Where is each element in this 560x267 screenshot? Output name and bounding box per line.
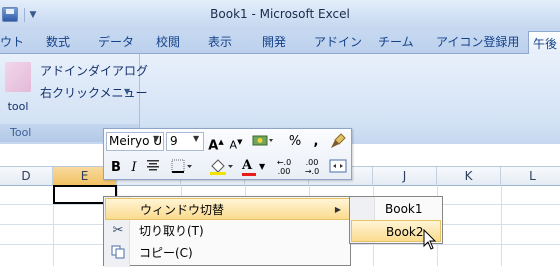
percent-style-button[interactable]: % [288, 132, 302, 152]
copy-icon [110, 245, 126, 261]
tab-developer[interactable]: 開発 [262, 30, 286, 54]
fill-color-button[interactable] [208, 158, 234, 178]
submenu-item-book1[interactable]: Book1 [351, 198, 441, 220]
mini-toolbar-row: B I A ▼ ←.0 .00 .00 →.0 [104, 156, 353, 180]
tab-layout[interactable]: ウト [0, 30, 24, 54]
right-click-menu-button[interactable]: 右クリックメニュー [40, 84, 148, 100]
addin-dialog-button[interactable]: アドインダイアログ [40, 62, 148, 78]
menu-item-copy[interactable]: コピー(C) [105, 242, 350, 264]
chevron-down-icon[interactable]: ▼ [124, 87, 130, 96]
grow-font-button[interactable]: A▲ [208, 132, 224, 154]
merge-center-button[interactable] [328, 158, 348, 178]
menu-item-cut[interactable]: ✂ 切り取り(T) [105, 220, 350, 242]
increase-decimal-icon: ←.0 .00 [276, 158, 292, 176]
group-label: Tool [10, 126, 32, 139]
tool-button-label: tool [7, 100, 29, 113]
scissors-icon: ✂ [112, 223, 124, 238]
merge-center-icon [329, 159, 347, 173]
tab-data[interactable]: データ [98, 30, 134, 54]
shrink-font-icon: A [229, 138, 238, 152]
chevron-down-icon: ▼ [259, 162, 266, 171]
currency-format-button[interactable] [250, 132, 276, 152]
chevron-down-icon[interactable]: ▼ [193, 134, 199, 143]
grow-font-icon: A [208, 138, 219, 154]
tab-formulas[interactable]: 数式 [46, 30, 70, 54]
submenu-arrow-icon: ▶ [334, 205, 341, 214]
format-painter-icon [331, 133, 346, 148]
submenu-item-label: Book1 [385, 202, 423, 216]
format-painter-button[interactable] [328, 132, 348, 152]
decrease-decimal-button[interactable]: .00 →.0 [300, 158, 324, 178]
tab-icon-registration[interactable]: アイコン登録用 [436, 30, 519, 54]
submenu-item-label: Book2 [386, 225, 424, 239]
fill-color-swatch [210, 172, 226, 175]
decrease-decimal-icon: .00 →.0 [304, 158, 320, 176]
menu-item-label: ウィンドウ切替 [140, 203, 225, 217]
tab-afternoon[interactable]: 午後 [528, 31, 560, 56]
font-color-button[interactable]: A ▼ [240, 158, 266, 178]
comma-style-button[interactable]: , [310, 132, 322, 152]
tool-button[interactable]: tool [2, 60, 34, 118]
align-center-icon [147, 160, 159, 171]
tab-team[interactable]: チーム [378, 30, 414, 54]
context-menu: ウィンドウ切替 ▶ ✂ 切り取り(T) コピー(C) [103, 196, 351, 267]
menu-item-switch-window[interactable]: ウィンドウ切替 ▶ [105, 198, 350, 220]
column-header[interactable]: D [0, 167, 53, 186]
menu-item-label: コピー(C) [139, 246, 193, 260]
tab-add-ins[interactable]: アドイン [314, 30, 362, 54]
center-align-button[interactable] [144, 158, 162, 178]
mouse-pointer-icon [423, 228, 437, 251]
menu-item-label: 切り取り(T) [139, 224, 204, 238]
borders-icon [171, 159, 192, 173]
italic-button[interactable]: I [126, 158, 142, 178]
column-header[interactable]: J [373, 167, 437, 186]
increase-decimal-button[interactable]: ←.0 .00 [272, 158, 296, 178]
tab-review[interactable]: 校閲 [156, 30, 180, 54]
column-header[interactable]: L [501, 167, 560, 186]
shrink-font-button[interactable]: A▼ [228, 132, 244, 152]
borders-button[interactable] [170, 158, 194, 178]
font-color-swatch [242, 173, 256, 176]
bold-button[interactable]: B [108, 158, 124, 178]
tab-view[interactable]: 表示 [208, 30, 232, 54]
mini-toolbar: Meiryo U ▼ 9 ▼ A▲ A▼ % , B I A ▼ ←.0 .00… [103, 128, 352, 180]
column-header[interactable]: K [437, 167, 501, 186]
currency-format-icon [252, 135, 273, 146]
chevron-down-icon[interactable]: ▼ [153, 134, 159, 143]
fill-color-icon [210, 159, 233, 175]
window-title: Book1 - Microsoft Excel [210, 7, 350, 21]
ribbon-tabs: ウト 数式 データ 校閲 表示 開発 アドイン チーム アイコン登録用 午後 [0, 30, 560, 56]
tool-image-icon [5, 62, 31, 92]
title-bar: ▼ Book1 - Microsoft Excel [0, 0, 560, 30]
column-gridline [501, 186, 502, 266]
